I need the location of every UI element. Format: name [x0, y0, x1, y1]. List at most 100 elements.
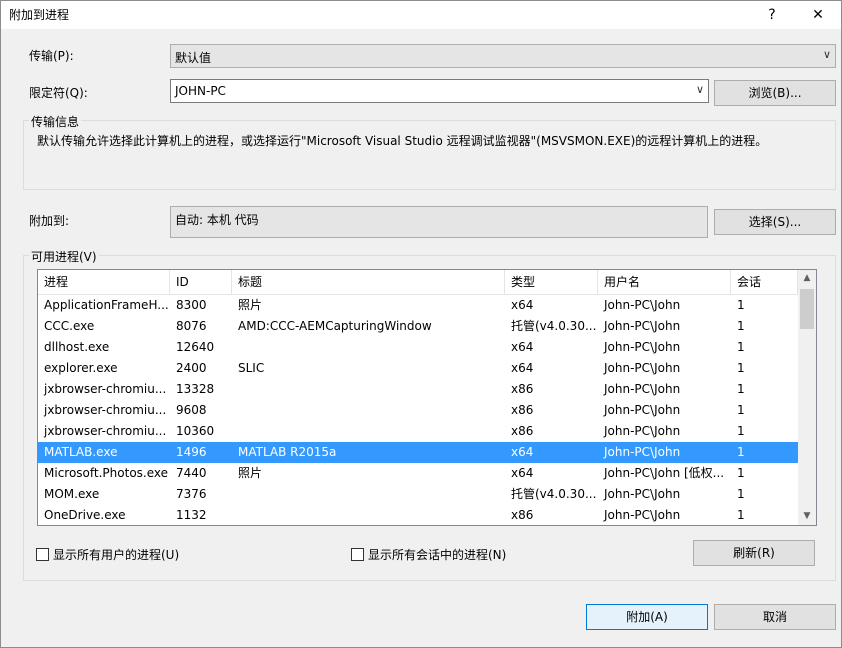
cell-user: John-PC\John [604, 298, 681, 312]
cell-process: jxbrowser-chromiu... [44, 403, 167, 417]
checkbox-icon[interactable] [36, 548, 49, 561]
process-row[interactable]: explorer.exe 2400 SLIC x64 John-PC\John 1 [38, 358, 798, 379]
cell-type: x64 [511, 361, 534, 375]
cell-type: x86 [511, 508, 534, 522]
process-list-scrollbar[interactable]: ▲ ▼ [798, 270, 816, 525]
attach-button[interactable]: 附加(A) [586, 604, 708, 630]
cell-id: 9608 [176, 403, 207, 417]
scroll-down-icon[interactable]: ▼ [798, 508, 816, 525]
cell-process: MOM.exe [44, 487, 100, 501]
cell-title [232, 379, 505, 400]
cell-session: 1 [737, 319, 745, 333]
cell-session: 1 [737, 445, 745, 459]
browse-button[interactable]: 浏览(B)... [714, 80, 836, 106]
cell-type: x86 [511, 424, 534, 438]
attach-to-field: 自动: 本机 代码 [170, 206, 708, 238]
column-header-user[interactable]: 用户名 [598, 270, 731, 295]
transport-info-group [23, 120, 836, 190]
cell-user: John-PC\John [604, 382, 681, 396]
transport-value: 默认值 [175, 51, 212, 65]
available-processes-title: 可用进程(V) [29, 248, 99, 265]
cell-session: 1 [737, 403, 745, 417]
chevron-down-icon: ∨ [822, 48, 831, 61]
qualifier-combobox[interactable]: JOHN-PC ∨ [170, 79, 709, 103]
cell-title: SLIC [238, 361, 265, 375]
cell-type: x64 [511, 466, 534, 480]
close-button[interactable]: ✕ [795, 1, 841, 29]
help-button[interactable]: ? [749, 1, 795, 29]
show-all-sessions-label: 显示所有会话中的进程(N) [368, 548, 507, 562]
process-list[interactable]: 进程 ID 标题 类型 用户名 会话 ApplicationFrameH... 8… [37, 269, 817, 526]
cell-id: 8300 [176, 298, 207, 312]
attach-to-label: 附加到: [29, 214, 70, 228]
transport-info-title: 传输信息 [29, 113, 82, 130]
cell-type: x64 [511, 298, 534, 312]
cell-id: 12640 [176, 340, 215, 354]
cell-id: 1496 [176, 445, 207, 459]
cell-session: 1 [737, 298, 745, 312]
cell-id: 1132 [176, 508, 207, 522]
cell-process: MATLAB.exe [44, 445, 118, 459]
show-all-users-checkbox[interactable]: 显示所有用户的进程(U) [36, 546, 179, 563]
cell-user: John-PC\John [604, 403, 681, 417]
cell-user: John-PC\John [604, 487, 681, 501]
column-header-type[interactable]: 类型 [505, 270, 598, 295]
process-row[interactable]: ApplicationFrameH... 8300 照片 x64 John-PC\Joh… [38, 295, 798, 316]
cell-title [232, 505, 505, 525]
cell-type: x86 [511, 403, 534, 417]
qualifier-label: 限定符(Q): [29, 86, 88, 100]
process-list-header: 进程 ID 标题 类型 用户名 会话 [38, 270, 798, 295]
cell-user: John-PC\John [604, 340, 681, 354]
cell-title [232, 400, 505, 421]
column-header-session[interactable]: 会话 [731, 270, 798, 295]
cell-process: CCC.exe [44, 319, 95, 333]
cell-process: Microsoft.Photos.exe [44, 466, 169, 480]
cell-title: MATLAB R2015a [238, 445, 337, 459]
cell-session: 1 [737, 466, 745, 480]
scrollbar-thumb[interactable] [800, 289, 814, 329]
cell-session: 1 [737, 340, 745, 354]
cell-user: John-PC\John [604, 445, 681, 459]
cell-session: 1 [737, 487, 745, 501]
cell-id: 13328 [176, 382, 215, 396]
qualifier-value: JOHN-PC [175, 84, 226, 98]
refresh-button[interactable]: 刷新(R) [693, 540, 815, 566]
transport-select[interactable]: 默认值 ∨ [170, 44, 836, 68]
cell-process: jxbrowser-chromiu... [44, 382, 167, 396]
cell-type: x64 [511, 340, 534, 354]
process-row[interactable]: MATLAB.exe 1496 MATLAB R2015a x64 John-PC\Jo… [38, 442, 798, 463]
title-bar: 附加到进程 ? ✕ [1, 1, 841, 29]
column-header-id[interactable]: ID [170, 270, 232, 295]
cell-id: 7376 [176, 487, 207, 501]
show-all-sessions-checkbox[interactable]: 显示所有会话中的进程(N) [351, 546, 506, 563]
transport-info-text: 默认传输允许选择此计算机上的进程，或选择运行"Microsoft Visual … [37, 134, 768, 148]
cell-id: 7440 [176, 466, 207, 480]
transport-label: 传输(P): [29, 49, 74, 63]
process-row[interactable]: dllhost.exe 12640 x64 John-PC\John 1 [38, 337, 798, 358]
cancel-button[interactable]: 取消 [714, 604, 836, 630]
cell-user: John-PC\John [604, 319, 681, 333]
cell-user: John-PC\John [604, 424, 681, 438]
column-header-process[interactable]: 进程 [38, 270, 170, 295]
process-row[interactable]: OneDrive.exe 1132 x86 John-PC\John 1 [38, 505, 798, 525]
select-code-type-button[interactable]: 选择(S)... [714, 209, 836, 235]
cell-process: explorer.exe [44, 361, 118, 375]
cell-process: dllhost.exe [44, 340, 110, 354]
process-row[interactable]: jxbrowser-chromiu... 13328 x86 John-PC\John… [38, 379, 798, 400]
checkbox-icon[interactable] [351, 548, 364, 561]
window-title: 附加到进程 [9, 8, 70, 22]
chevron-down-icon[interactable]: ∨ [696, 83, 704, 96]
scroll-up-icon[interactable]: ▲ [798, 270, 816, 287]
process-row[interactable]: CCC.exe 8076 AMD:CCC-AEMCapturingWindow 托管(… [38, 316, 798, 337]
cell-session: 1 [737, 508, 745, 522]
cell-id: 10360 [176, 424, 215, 438]
cell-process: jxbrowser-chromiu... [44, 424, 167, 438]
cell-process: ApplicationFrameH... [44, 298, 169, 312]
process-row[interactable]: Microsoft.Photos.exe 7440 照片 x64 John-PC\Joh… [38, 463, 798, 484]
process-row[interactable]: jxbrowser-chromiu... 9608 x86 John-PC\John 1 [38, 400, 798, 421]
column-header-title[interactable]: 标题 [232, 270, 505, 295]
process-row[interactable]: MOM.exe 7376 托管(v4.0.30... John-PC\John 1 [38, 484, 798, 505]
cell-session: 1 [737, 361, 745, 375]
process-row[interactable]: jxbrowser-chromiu... 10360 x86 John-PC\John… [38, 421, 798, 442]
cell-user: John-PC\John [604, 508, 681, 522]
